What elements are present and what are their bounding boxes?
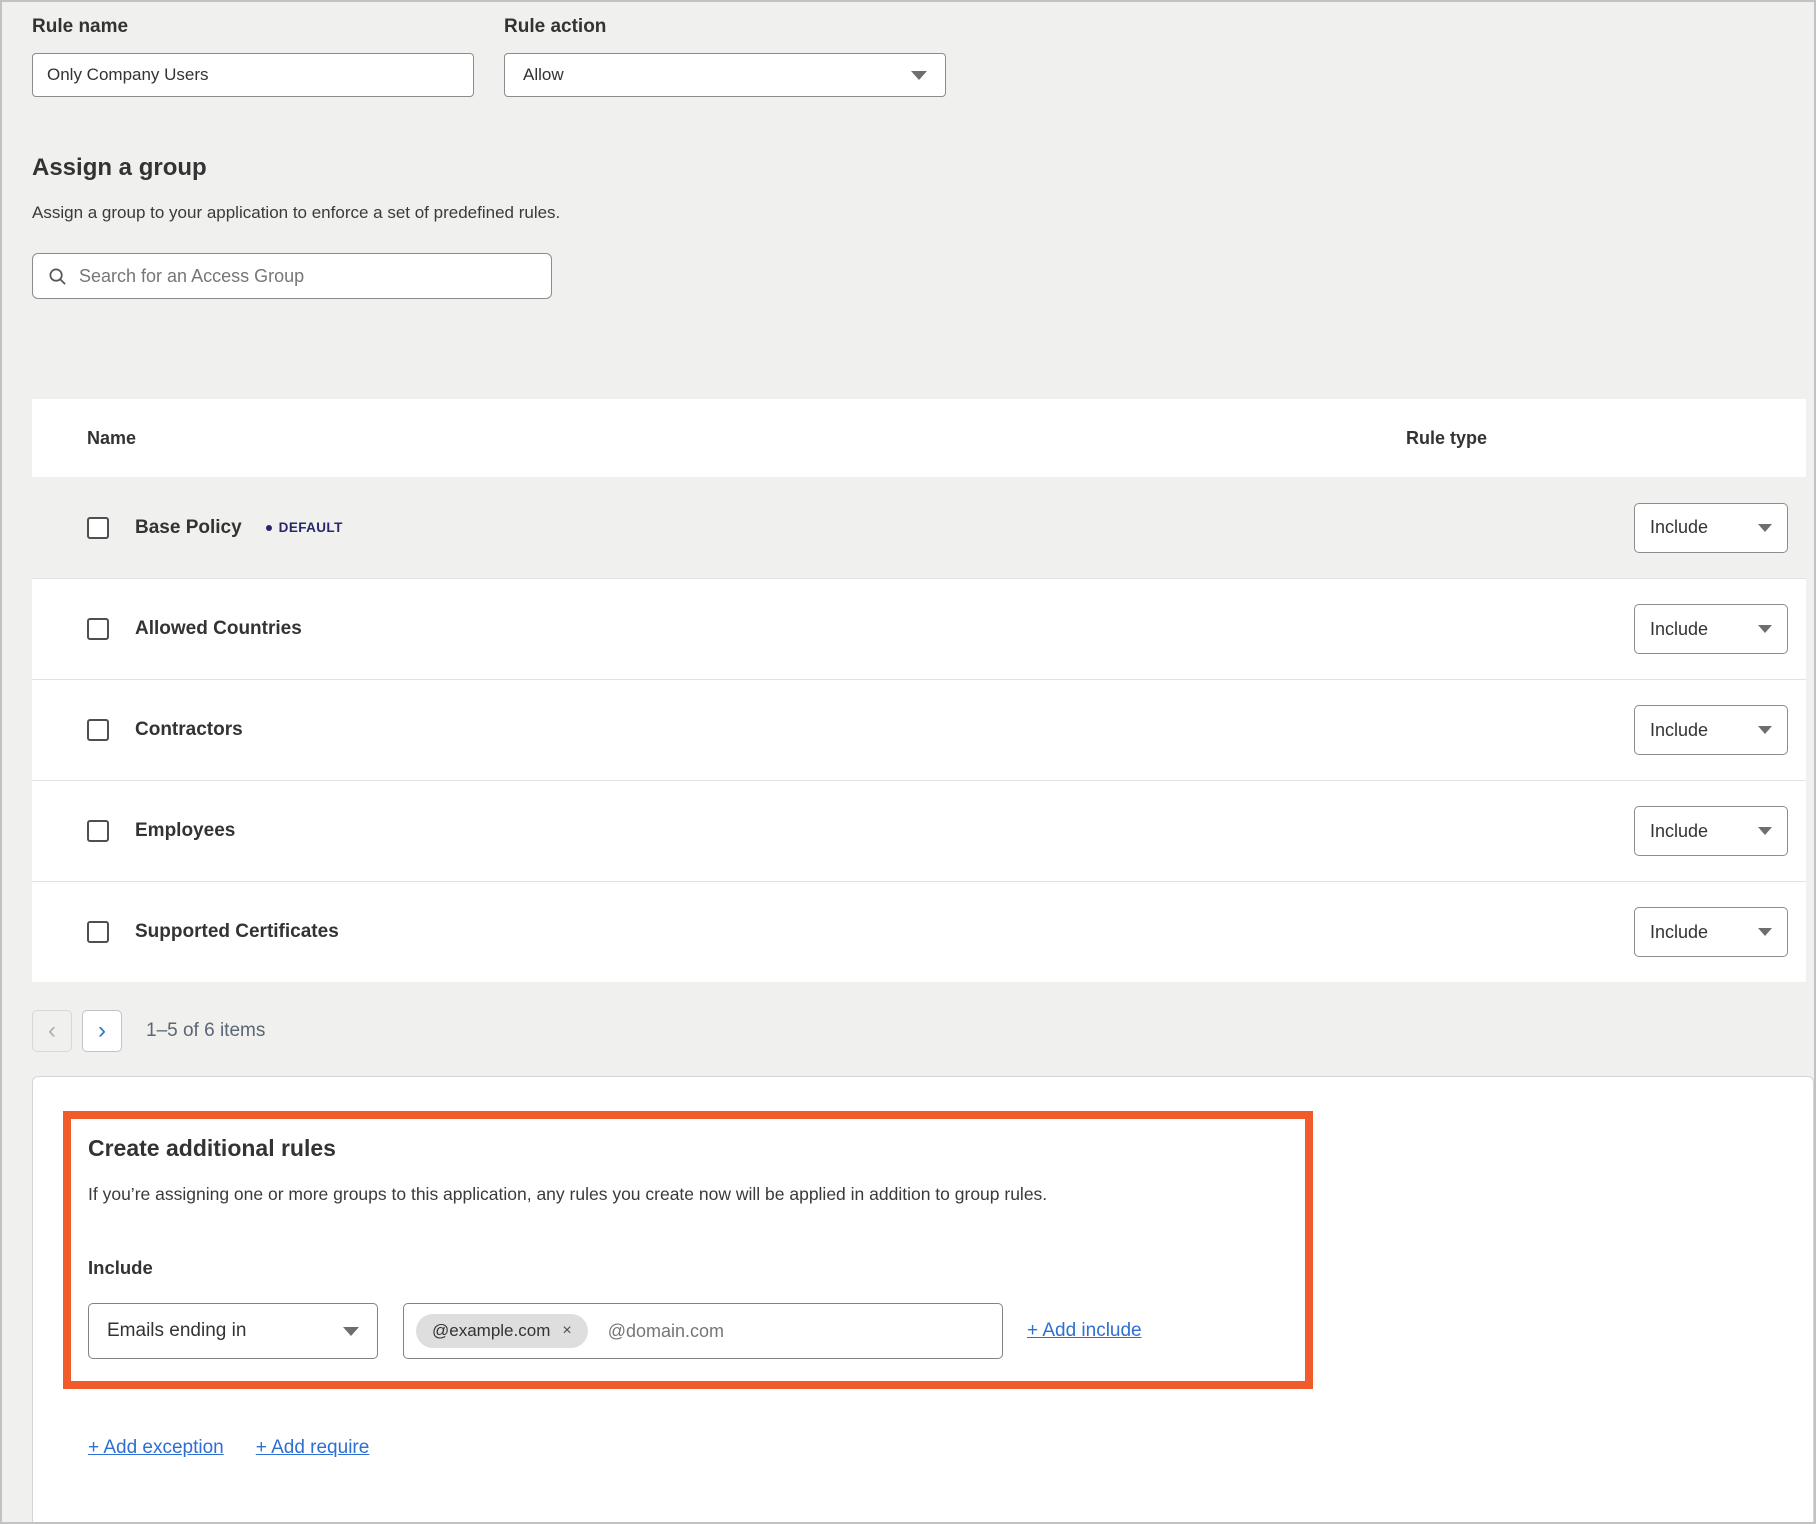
rule-type-value: Include [1650,821,1708,842]
table-row-base-policy: Base Policy DEFAULT Include [32,477,1806,578]
name-cell: Allowed Countries [32,618,1406,640]
rule-type-cell: Include [1406,604,1806,654]
access-group-table: Name Rule type Base Policy DEFAULT Inclu… [32,399,1806,982]
column-header-rule-type: Rule type [1406,428,1806,449]
table-row-allowed-countries: Allowed Countries Include [32,578,1806,679]
rule-type-cell: Include [1406,503,1806,553]
pagination: ‹ › 1–5 of 6 items [32,1010,1814,1052]
add-exception-link[interactable]: + Add exception [88,1437,224,1459]
rule-type-select[interactable]: Include [1634,503,1788,553]
table-row-employees: Employees Include [32,780,1806,881]
row-checkbox[interactable] [87,517,109,539]
include-rule-row: Emails ending in @example.com × + Add in… [88,1303,1281,1359]
row-checkbox[interactable] [87,618,109,640]
create-additional-rules-description: If you’re assigning one or more groups t… [88,1184,1281,1205]
pagination-status: 1–5 of 6 items [146,1020,265,1042]
chevron-down-icon [1758,726,1772,734]
rule-type-select[interactable]: Include [1634,806,1788,856]
chevron-right-icon: › [98,1019,106,1043]
close-icon[interactable]: × [562,1323,571,1339]
name-cell: Contractors [32,719,1406,741]
default-badge: DEFAULT [266,520,343,535]
rule-type-select[interactable]: Include [1634,604,1788,654]
group-name: Base Policy [135,517,242,539]
add-include-link[interactable]: + Add include [1027,1320,1142,1342]
rule-action-label: Rule action [504,16,946,38]
name-cell: Supported Certificates [32,921,1406,943]
rule-form: Rule name Rule action Allow [2,2,1814,97]
rule-action-field: Rule action Allow [504,16,946,97]
chevron-down-icon [343,1327,359,1336]
rule-type-cell: Include [1406,705,1806,755]
row-checkbox[interactable] [87,921,109,943]
additional-rules-card: Create additional rules If you’re assign… [32,1076,1814,1524]
rule-type-value: Include [1650,517,1708,538]
create-additional-rules-title: Create additional rules [88,1135,1281,1162]
rule-action-value: Allow [523,65,564,85]
row-checkbox[interactable] [87,719,109,741]
name-cell: Employees [32,820,1406,842]
chevron-left-icon: ‹ [48,1019,56,1043]
next-page-button[interactable]: › [82,1010,122,1052]
group-name: Contractors [135,719,243,741]
rule-criteria-value: Emails ending in [107,1320,246,1342]
chevron-down-icon [911,71,927,80]
table-row-contractors: Contractors Include [32,679,1806,780]
access-rule-settings-page: Rule name Rule action Allow Assign a gro… [0,0,1816,1524]
rule-type-select[interactable]: Include [1634,705,1788,755]
group-name: Employees [135,820,235,842]
email-domain-chip: @example.com × [416,1314,588,1348]
rule-name-input[interactable] [32,53,474,97]
name-cell: Base Policy DEFAULT [32,517,1406,539]
chevron-down-icon [1758,928,1772,936]
rule-footer-links: + Add exception + Add require [88,1437,1813,1459]
search-input[interactable] [79,266,536,287]
group-name: Allowed Countries [135,618,302,640]
rule-type-value: Include [1650,922,1708,943]
access-group-search [32,253,552,299]
rule-name-field: Rule name [32,16,474,97]
column-header-name: Name [32,428,1406,449]
rule-type-cell: Include [1406,806,1806,856]
search-icon [48,267,67,286]
assign-group-title: Assign a group [32,154,1814,182]
rule-type-value: Include [1650,619,1708,640]
assign-group-description: Assign a group to your application to en… [32,203,1814,223]
add-require-link[interactable]: + Add require [256,1437,370,1459]
create-additional-rules-highlight: Create additional rules If you’re assign… [63,1111,1313,1389]
group-name: Supported Certificates [135,921,339,943]
chip-label: @example.com [432,1321,550,1341]
domain-entry-input[interactable] [608,1321,990,1342]
rule-name-label: Rule name [32,16,474,38]
table-row-supported-certificates: Supported Certificates Include [32,881,1806,982]
rule-type-value: Include [1650,720,1708,741]
email-domains-input: @example.com × [403,1303,1003,1359]
default-badge-label: DEFAULT [279,520,343,535]
table-header: Name Rule type [32,399,1806,477]
rule-type-select[interactable]: Include [1634,907,1788,957]
rule-type-cell: Include [1406,907,1806,957]
include-section-label: Include [88,1257,1281,1279]
rule-action-select[interactable]: Allow [504,53,946,97]
rule-criteria-select[interactable]: Emails ending in [88,1303,378,1359]
chevron-down-icon [1758,524,1772,532]
chevron-down-icon [1758,625,1772,633]
row-checkbox[interactable] [87,820,109,842]
previous-page-button[interactable]: ‹ [32,1010,72,1052]
chevron-down-icon [1758,827,1772,835]
badge-dot-icon [266,525,272,531]
